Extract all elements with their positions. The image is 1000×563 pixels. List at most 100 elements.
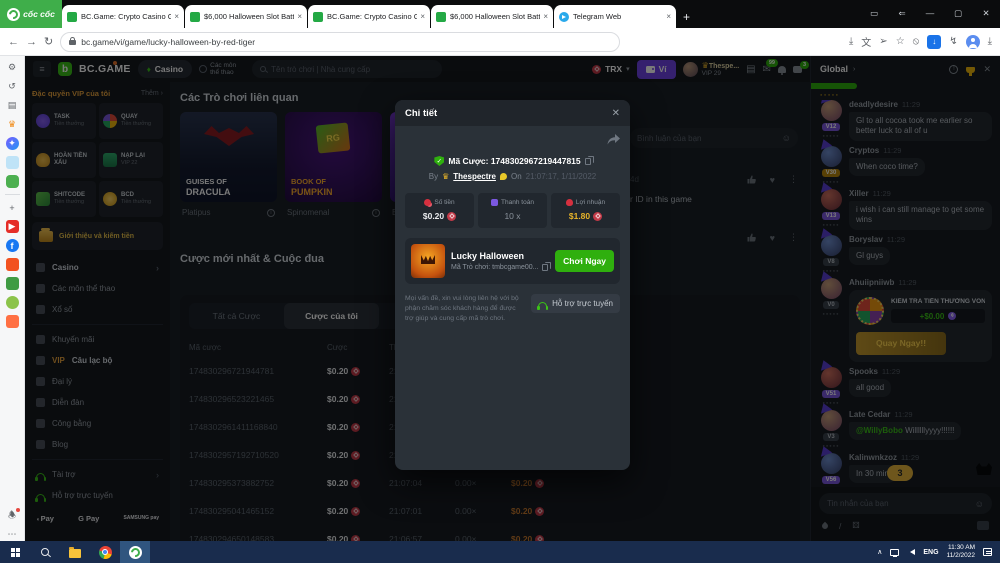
copy-icon[interactable]: [585, 158, 591, 165]
profile-avatar-icon[interactable]: [966, 35, 980, 49]
support-note: Mọi vấn đề, xin vui lòng liên hệ với bộ …: [405, 294, 525, 324]
tray-expand-icon[interactable]: ∧: [877, 548, 882, 556]
file-explorer-icon[interactable]: [60, 541, 90, 563]
play-now-button[interactable]: Chơi Ngay: [555, 250, 614, 272]
reload-icon[interactable]: ↻: [44, 35, 53, 48]
back-icon[interactable]: ←: [8, 36, 19, 48]
headset-icon: [538, 302, 547, 308]
translate-icon[interactable]: 文: [861, 34, 871, 49]
tab-close-icon[interactable]: ×: [666, 12, 671, 21]
new-tab-button[interactable]: +: [683, 10, 690, 24]
downloads-tray-icon[interactable]: ⤓: [988, 36, 992, 47]
notifications-bell-icon[interactable]: 🕭: [6, 509, 19, 522]
tab-title: BC.Game: Crypto Casino Gan: [327, 12, 417, 21]
lock-icon: [69, 40, 76, 45]
site-viewport: ≡ b BC.GAME ♦ Casino Các môn thể thao TR…: [25, 56, 1000, 541]
coccoc-brand[interactable]: cốc cốc: [0, 0, 62, 28]
stat-label: Số tiền: [434, 199, 454, 206]
tab-favicon: [436, 12, 446, 22]
reader-mode-icon[interactable]: ▭: [860, 0, 888, 26]
tab-title: BC.Game: Crypto Casino Gan: [81, 12, 171, 21]
games-shortcut-icon[interactable]: [6, 175, 19, 188]
tab-close-icon[interactable]: ×: [543, 12, 548, 21]
address-bar[interactable]: bc.game/vi/game/lucky-halloween-by-red-t…: [60, 32, 620, 52]
history-icon[interactable]: ↺: [6, 80, 19, 93]
volume-icon[interactable]: [907, 549, 915, 555]
reading-list-icon[interactable]: ▤: [6, 99, 19, 112]
cart-shortcut-icon[interactable]: [6, 315, 19, 328]
download-manager-icon[interactable]: ↓: [927, 35, 941, 49]
copy-icon[interactable]: [542, 264, 548, 271]
facebook-icon[interactable]: f: [6, 239, 19, 252]
crown-shortcut-icon[interactable]: ♛: [6, 118, 19, 131]
bookmark-star-icon[interactable]: ☆: [896, 36, 905, 47]
network-icon[interactable]: [890, 549, 899, 556]
trx-coin-icon: [447, 212, 456, 221]
stat-value: $1.80: [569, 211, 590, 221]
bet-stats: Số tiền $0.20 Thanh toán 10 x Lợi nhuận …: [405, 193, 620, 228]
more-icon[interactable]: ⋯: [6, 528, 19, 541]
stat-box: Thanh toán 10 x: [478, 193, 547, 228]
youtube-icon[interactable]: ▶: [6, 220, 19, 233]
messenger-icon[interactable]: ✦: [6, 137, 19, 150]
tab-favicon: [313, 12, 323, 22]
share-icon[interactable]: ➢: [879, 36, 887, 47]
taskbar-clock[interactable]: 11:30 AM 11/2/2022: [947, 544, 975, 560]
verified-shield-icon: ✓: [434, 156, 444, 166]
bet-author-row: By ♛ Thespectre On 21:07:17, 1/11/2022: [405, 172, 620, 181]
url-text: bc.game/vi/game/lucky-halloween-by-red-t…: [81, 37, 255, 47]
game-id: Mã Trò chơi: tmbcgame00...: [451, 264, 538, 271]
tab-close-icon[interactable]: ×: [174, 12, 179, 21]
app-shortcut-green-icon[interactable]: [6, 277, 19, 290]
add-shortcut-icon[interactable]: +: [6, 201, 19, 214]
browser-tab[interactable]: $6,000 Halloween Slot Battle ×: [431, 5, 553, 28]
chrome-icon[interactable]: [90, 541, 120, 563]
settings-gear-icon[interactable]: ⚙: [6, 61, 19, 74]
browser-tab[interactable]: BC.Game: Crypto Casino Gan ×: [308, 5, 430, 28]
tab-favicon: [559, 12, 569, 22]
system-tray: ∧ ENG 11:30 AM 11/2/2022: [877, 544, 1000, 560]
game-thumbnail: [411, 244, 445, 278]
window-controls: ▭ ⇐ — ▢ ✕: [860, 0, 1000, 26]
tab-close-icon[interactable]: ×: [297, 12, 302, 21]
shopee-icon[interactable]: [6, 258, 19, 271]
extensions-icon[interactable]: ↯: [949, 36, 957, 47]
app-shortcut-leaf-icon[interactable]: [6, 296, 19, 309]
live-support-button[interactable]: Hỗ trợ trực tuyến: [531, 294, 620, 313]
tab-close-icon[interactable]: ×: [420, 12, 425, 21]
coccoc-brand-label: cốc cốc: [23, 9, 55, 19]
browser-tab[interactable]: BC.Game: Crypto Casino Gan ×: [62, 5, 184, 28]
bet-id-row: ✓ Mã Cược: 1748302967219447815: [405, 156, 620, 166]
coccoc-taskbar-icon[interactable]: [120, 541, 150, 563]
stat-label: Lợi nhuận: [576, 199, 605, 206]
crown-icon: ♛: [442, 172, 449, 181]
minimize-button[interactable]: —: [916, 0, 944, 26]
save-page-icon[interactable]: ⤓: [849, 36, 853, 47]
stat-icon: [424, 199, 431, 206]
browser-tab[interactable]: Telegram Web ×: [554, 5, 676, 28]
tab-title: $6,000 Halloween Slot Battle: [450, 12, 540, 21]
stat-box: Số tiền $0.20: [405, 193, 474, 228]
zalo-shortcut-icon[interactable]: [6, 156, 19, 169]
modal-close-icon[interactable]: ✕: [612, 108, 620, 119]
bet-id-value: 1748302967219447815: [491, 156, 581, 166]
windows-taskbar: ∧ ENG 11:30 AM 11/2/2022: [0, 541, 1000, 563]
forward-icon[interactable]: →: [26, 36, 37, 48]
stat-icon: [566, 199, 573, 206]
start-button[interactable]: [0, 541, 30, 563]
keyboard-language[interactable]: ENG: [923, 549, 938, 556]
maximize-button[interactable]: ▢: [944, 0, 972, 26]
stat-label: Thanh toán: [501, 199, 534, 206]
action-center-icon[interactable]: [983, 548, 992, 556]
browser-side-strip: ⚙ ↺ ▤ ♛ ✦ + ▶ f 🕭 ⋯: [0, 56, 25, 541]
browser-tab[interactable]: $6,000 Halloween Slot Battle ×: [185, 5, 307, 28]
player-link[interactable]: Thespectre: [453, 172, 496, 181]
stat-value: 10 x: [504, 211, 520, 221]
back-to-app-icon[interactable]: ⇐: [888, 0, 916, 26]
share-bet-icon[interactable]: [607, 134, 620, 145]
coccoc-logo-icon: [7, 8, 20, 21]
modal-title: Chi tiết: [405, 108, 437, 119]
adblock-shield-icon[interactable]: ⦸: [913, 36, 920, 47]
taskbar-search-icon[interactable]: [30, 541, 60, 563]
close-button[interactable]: ✕: [972, 0, 1000, 26]
